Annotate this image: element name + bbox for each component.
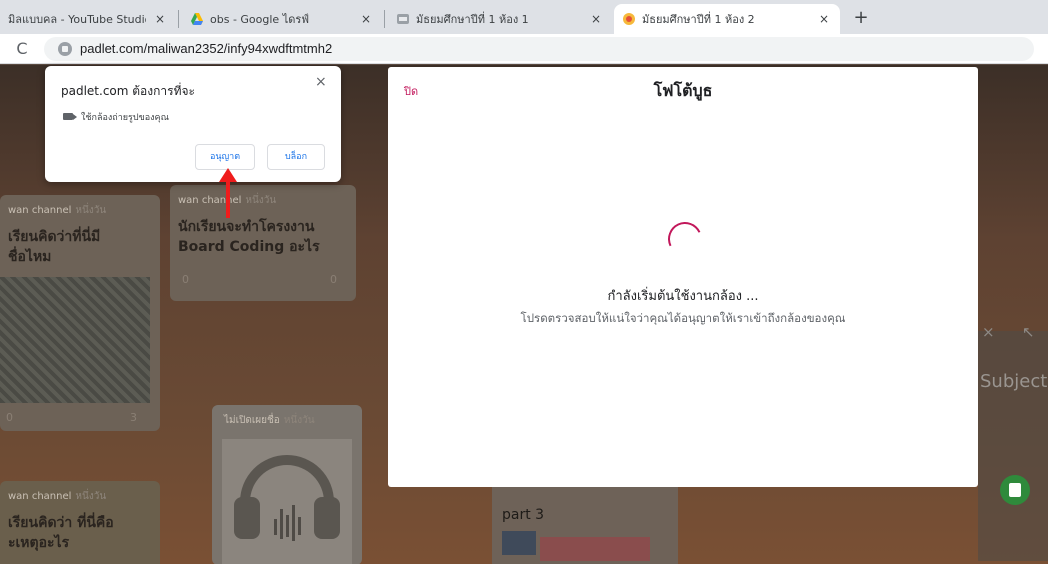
permission-description: ใช้กล้องถ่ายรูปของคุณ xyxy=(81,113,169,123)
card-reactions[interactable]: 0 xyxy=(182,273,189,286)
tab-class-1-1[interactable]: มัธยมศึกษาปีที่ 1 ห้อง 1 × xyxy=(388,4,612,34)
sound-wave xyxy=(286,515,289,537)
card-text-line: เรียนคิดว่า ที่นี่คือ xyxy=(8,515,114,531)
board-card[interactable]: part 3 xyxy=(492,479,678,564)
expand-icon[interactable]: ↖ xyxy=(1022,323,1035,341)
loading-spinner-icon xyxy=(663,217,707,261)
card-text-line: ะเหตุอะไร xyxy=(8,535,70,551)
modal-title: โฟโต้บูธ xyxy=(653,81,713,100)
tab-title: มัธยมศึกษาปีที่ 1 ห้อง 2 xyxy=(642,13,755,26)
board-card[interactable]: wan channel หนึ่งวัน นักเรียนจะทำโครงงาน … xyxy=(170,185,356,301)
sound-wave xyxy=(292,505,295,541)
close-icon[interactable]: × xyxy=(315,74,327,90)
card-image[interactable] xyxy=(0,277,150,403)
reload-icon[interactable]: C xyxy=(12,39,32,59)
headphone-cup xyxy=(314,497,340,539)
add-post-button[interactable] xyxy=(1000,475,1030,505)
tab-divider xyxy=(178,10,179,28)
card-comments[interactable]: 0 xyxy=(330,273,337,286)
lock-icon[interactable] xyxy=(58,42,72,56)
close-icon[interactable]: × xyxy=(588,12,604,26)
card-reactions[interactable]: 0 xyxy=(6,411,13,424)
headphone-cup xyxy=(234,497,260,539)
sound-wave xyxy=(274,519,277,535)
close-icon[interactable]: × xyxy=(982,323,995,341)
card-thumbnail[interactable] xyxy=(540,537,650,561)
tab-youtube-studio[interactable]: มิลแบบคล - YouTube Studio × xyxy=(0,4,176,34)
close-icon[interactable]: × xyxy=(816,12,832,26)
card-text-line: นักเรียนจะทำโครงงาน xyxy=(178,219,315,235)
browser-toolbar: C padlet.com/maliwan2352/infy94xwdftmtmh… xyxy=(0,34,1048,64)
side-panel-label: Subject xyxy=(980,371,1048,392)
annotation-arrow xyxy=(226,180,230,218)
board-card[interactable]: wan channel หนึ่งวัน เรียนคิดว่า ที่นี่คื… xyxy=(0,481,160,564)
sound-wave xyxy=(280,509,283,539)
padlet-icon xyxy=(622,12,636,26)
url-text: padlet.com/maliwan2352/infy94xwdftmtmh2 xyxy=(80,41,333,56)
block-button[interactable]: บล็อก xyxy=(267,144,325,170)
tab-google-drive[interactable]: obs - Google ไดรฟ์ × xyxy=(182,4,382,34)
tab-divider xyxy=(384,10,385,28)
camera-status-text: กำลังเริ่มต้นใช้งานกล้อง ... xyxy=(607,289,759,304)
tab-strip: มิลแบบคล - YouTube Studio × obs - Google… xyxy=(0,0,1048,34)
board-card[interactable]: ไม่เปิดเผยชื่อ หนึ่งวัน xyxy=(212,405,362,564)
tab-title: มิลแบบคล - YouTube Studio xyxy=(8,13,146,26)
allow-button[interactable]: อนุญาต xyxy=(195,144,255,170)
sound-wave xyxy=(298,517,301,535)
camera-icon xyxy=(63,113,77,120)
card-text-line: ชื่อไหม xyxy=(8,249,52,265)
padlet-icon xyxy=(396,12,410,26)
close-icon[interactable]: × xyxy=(358,12,374,26)
tab-class-1-2[interactable]: มัธยมศึกษาปีที่ 1 ห้อง 2 × xyxy=(614,4,840,34)
card-author: ไม่เปิดเผยชื่อ หนึ่งวัน xyxy=(224,415,315,426)
card-author: wan channel หนึ่งวัน xyxy=(8,491,107,502)
address-bar[interactable]: padlet.com/maliwan2352/infy94xwdftmtmh2 xyxy=(44,37,1034,61)
permission-title: padlet.com ต้องการที่จะ xyxy=(61,84,195,98)
board-card[interactable]: wan channel หนึ่งวัน เรียนคิดว่าที่นี่มี … xyxy=(0,195,160,431)
tab-title: obs - Google ไดรฟ์ xyxy=(210,13,310,26)
card-author: wan channel หนึ่งวัน xyxy=(8,205,107,216)
new-tab-button[interactable]: + xyxy=(850,8,872,30)
photobooth-modal: ปิด โฟโต้บูธ กำลังเริ่มต้นใช้งานกล้อง ..… xyxy=(388,67,978,487)
card-thumbnail[interactable] xyxy=(502,531,536,555)
card-text-line: Board Coding อะไร xyxy=(178,239,320,255)
camera-permission-popup: padlet.com ต้องการที่จะ × ใช้กล้องถ่ายรู… xyxy=(45,66,341,182)
camera-permission-hint: โปรดตรวจสอบให้แน่ใจว่าคุณได้อนุญาตให้เรา… xyxy=(520,311,846,325)
close-icon[interactable]: × xyxy=(152,12,168,26)
side-panel xyxy=(978,331,1048,561)
card-text-line: เรียนคิดว่าที่นี่มี xyxy=(8,229,101,245)
card-image[interactable] xyxy=(222,439,352,564)
tab-title: มัธยมศึกษาปีที่ 1 ห้อง 1 xyxy=(416,13,529,26)
card-comments[interactable]: 3 xyxy=(130,411,137,424)
card-text-line: part 3 xyxy=(502,507,545,523)
google-drive-icon xyxy=(190,12,204,26)
